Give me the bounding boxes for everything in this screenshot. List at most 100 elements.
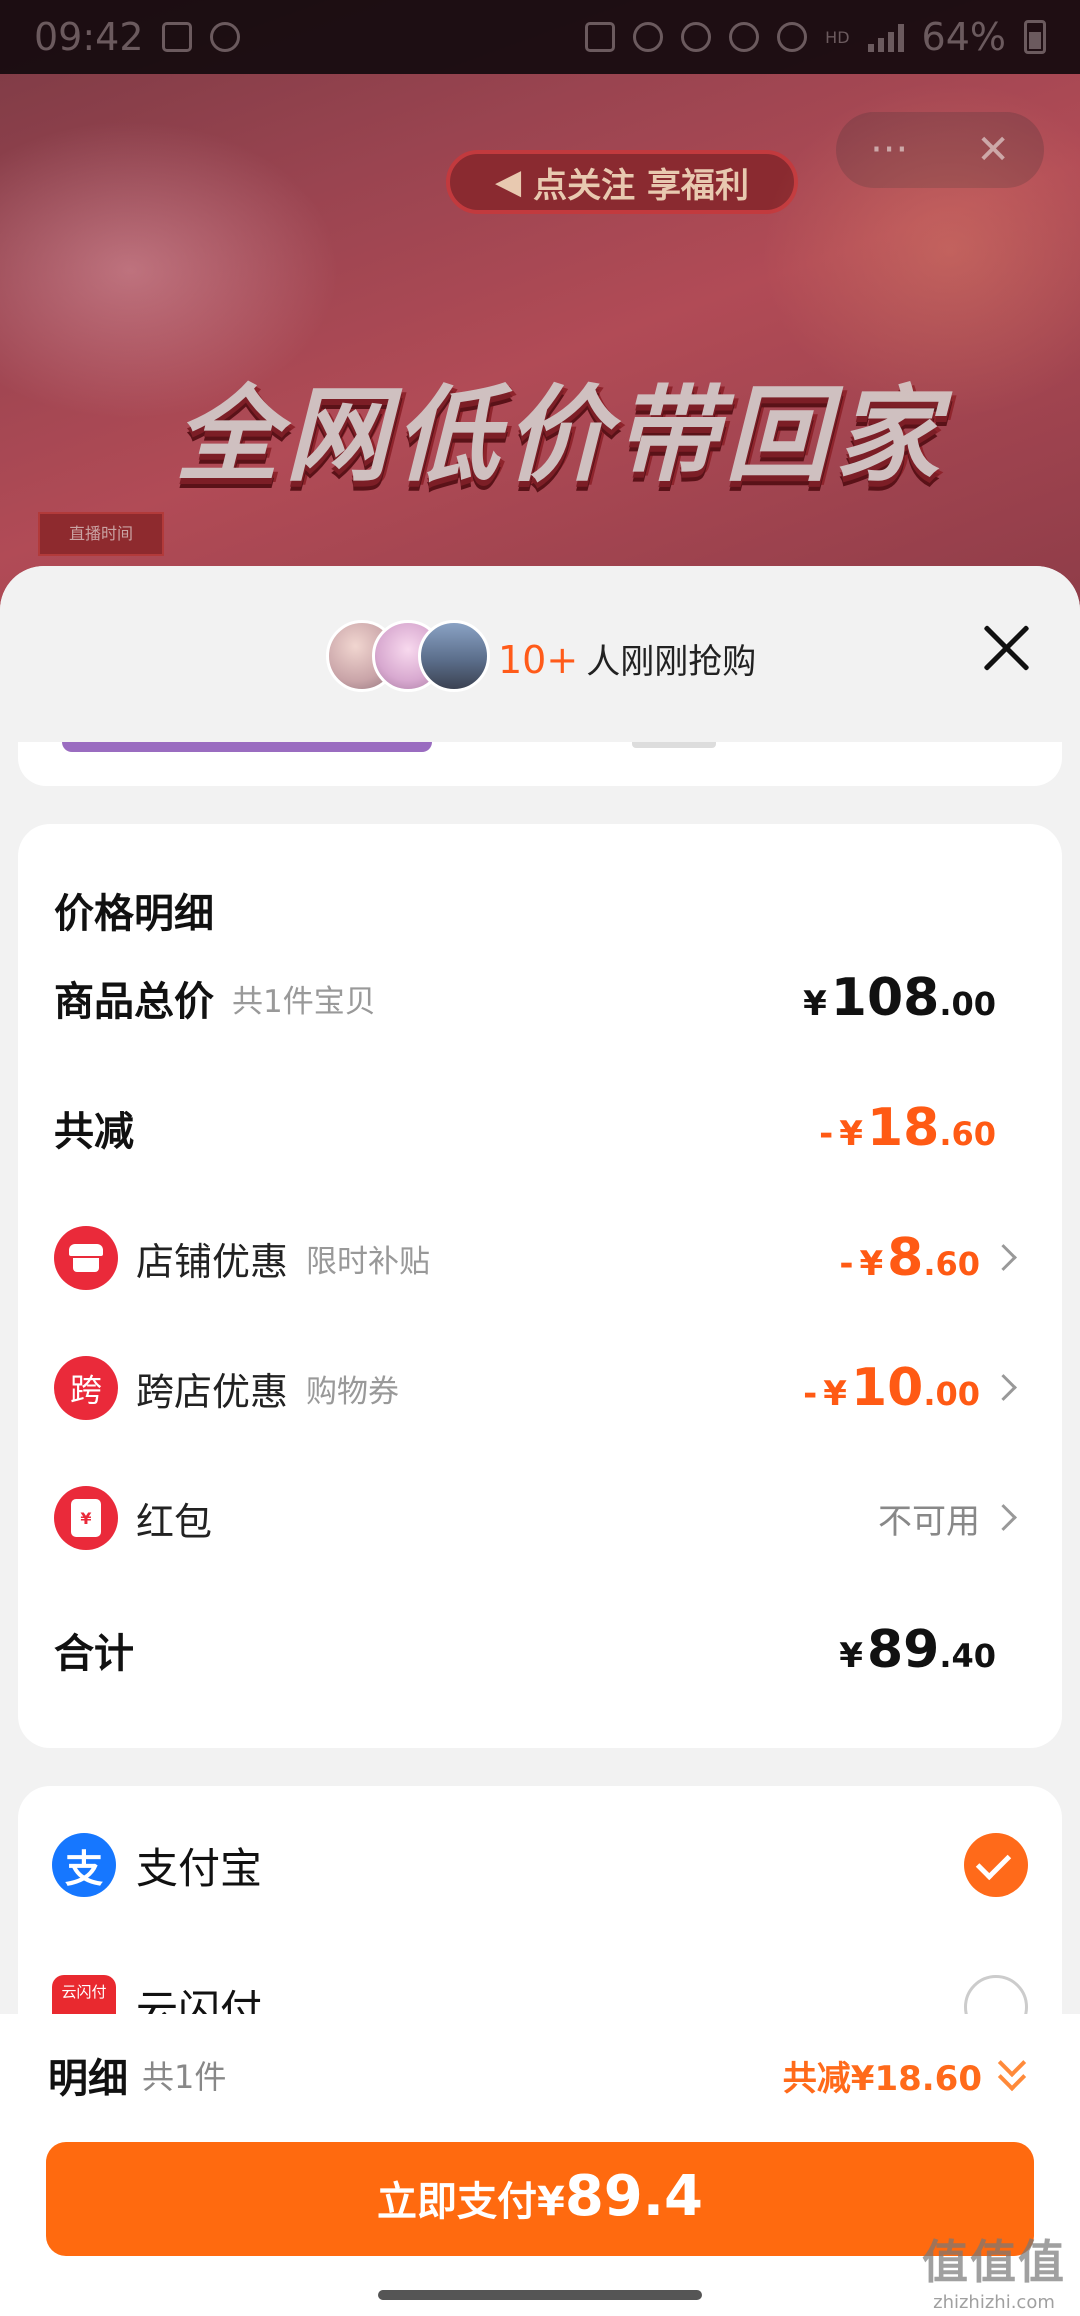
- price-integer: 108: [830, 968, 940, 1028]
- currency-symbol: ¥: [823, 1374, 847, 1414]
- close-live-icon[interactable]: ✕: [976, 127, 1010, 173]
- store-discount-price: - ¥ 8 .60: [839, 1228, 980, 1288]
- sheet-header: 10+ 人刚刚抢购: [0, 566, 1080, 742]
- sum-label: 合计: [54, 1631, 134, 1677]
- alarm-icon: [209, 22, 240, 52]
- double-chevron-down-icon: [992, 2048, 1032, 2097]
- currency-symbol: ¥: [839, 1636, 863, 1676]
- total-discount-label: 共减: [54, 1109, 134, 1155]
- price-decimal: .00: [923, 1375, 980, 1413]
- cross-store-discount-label: 跨店优惠: [136, 1369, 289, 1414]
- price-detail-card: 价格明细 商品总价 共1件宝贝 ¥ 108 .00 共减 - ¥ 18 .60 …: [18, 824, 1062, 1748]
- section-title: 价格明细: [54, 891, 214, 937]
- price-integer: 10: [850, 1358, 924, 1418]
- price-integer: 8: [887, 1228, 924, 1288]
- cross-store-discount-row[interactable]: 跨 跨店优惠 购物券 - ¥ 10 .00: [54, 1348, 1026, 1428]
- chevron-right-icon: [986, 1238, 1026, 1278]
- currency-symbol: ¥: [859, 1244, 884, 1284]
- currency-symbol: ¥: [839, 1114, 863, 1154]
- price-decimal: .40: [939, 1637, 996, 1675]
- pay-now-button[interactable]: 立即支付¥ 89.4: [46, 2142, 1034, 2256]
- footer-discount-text: 共减¥18.60: [782, 2058, 982, 2099]
- alipay-icon: 支: [52, 1833, 116, 1897]
- signal-icon: [867, 22, 904, 52]
- footer-summary[interactable]: 明细 共1件 共减¥18.60: [48, 2042, 1032, 2108]
- chevron-right-icon: [986, 1368, 1026, 1408]
- product-option-pill: [62, 742, 432, 752]
- alarm-clock-icon: [633, 22, 664, 52]
- red-packet-icon: ¥: [54, 1486, 118, 1550]
- home-indicator[interactable]: [378, 2290, 702, 2300]
- price-decimal: .00: [939, 985, 996, 1023]
- red-packet-label: 红包: [136, 1499, 213, 1544]
- watermark-logo: 值值值: [922, 2235, 1066, 2289]
- close-icon[interactable]: [980, 622, 1032, 674]
- live-stream-background: ··· ✕ ◀ 点关注 享福利 全网低价带回家 直播时间: [0, 0, 1080, 620]
- hd-label: HD: [825, 27, 850, 47]
- goods-count: 共1件宝贝: [232, 983, 376, 1020]
- footer-title: 明细: [48, 2056, 128, 2102]
- pay-button-label: 立即支付¥: [376, 2179, 565, 2225]
- price-decimal: .60: [939, 1115, 996, 1153]
- product-option-pill: [632, 742, 716, 748]
- status-bar: 09:42 HD 64%: [0, 0, 1080, 74]
- sum-row: 合计 ¥ 89 .40: [54, 1610, 1026, 1690]
- watermark-url: zhizhizhi.com: [933, 2292, 1055, 2313]
- wifi-icon: [777, 22, 808, 52]
- minus-sign: -: [819, 1114, 834, 1154]
- live-headline: 全网低价带回家: [174, 374, 945, 496]
- red-packet-status: 不可用: [878, 1501, 980, 1542]
- cross-store-icon: 跨: [54, 1356, 118, 1420]
- store-discount-label: 店铺优惠: [136, 1239, 289, 1284]
- payment-option-alipay[interactable]: 支 支付宝: [52, 1820, 1028, 1910]
- pay-button-amount: 89.4: [564, 2164, 703, 2229]
- watermark: 值值值 zhizhizhi.com: [922, 2226, 1066, 2313]
- store-discount-row[interactable]: 店铺优惠 限时补贴 - ¥ 8 .60: [54, 1218, 1026, 1298]
- mute-icon: [729, 22, 760, 52]
- red-packet-row[interactable]: ¥ 红包 不可用: [54, 1478, 1026, 1558]
- battery-icon: [1024, 20, 1046, 54]
- status-time: 09:42: [34, 15, 144, 59]
- goods-total-label: 商品总价: [54, 979, 214, 1025]
- selected-check-icon[interactable]: [964, 1833, 1028, 1897]
- price-integer: 18: [866, 1098, 940, 1158]
- footer-item-count: 共1件: [142, 2058, 227, 2096]
- minus-sign: -: [839, 1244, 854, 1284]
- avatar: [418, 620, 490, 692]
- follow-banner[interactable]: ◀ 点关注 享福利: [446, 150, 798, 214]
- live-controls: ··· ✕: [836, 112, 1044, 188]
- envelope-icon: ¥: [71, 1499, 101, 1537]
- goods-total-price: ¥ 108 .00: [803, 968, 996, 1028]
- checkout-footer: 明细 共1件 共减¥18.60 立即支付¥ 89.4: [0, 2014, 1080, 2316]
- checkout-sheet: 10+ 人刚刚抢购 价格明细 商品总价 共1件宝贝 ¥ 108 .00 共减 -…: [0, 566, 1080, 2316]
- total-discount-row: 共减 - ¥ 18 .60: [54, 1088, 1026, 1168]
- left-arrow-icon: ◀: [495, 162, 522, 202]
- gallery-icon: [161, 22, 192, 52]
- battery-percent: 64%: [921, 15, 1006, 59]
- recent-buyers: 10+ 人刚刚抢购: [498, 634, 756, 683]
- follow-banner-text: 点关注 享福利: [533, 165, 749, 206]
- store-icon: [54, 1226, 118, 1290]
- alipay-label: 支付宝: [136, 1843, 263, 1893]
- cross-store-discount-price: - ¥ 10 .00: [803, 1358, 980, 1418]
- currency-symbol: ¥: [803, 984, 827, 1024]
- buyer-avatars: [326, 620, 490, 692]
- product-card-bottom: [18, 742, 1062, 786]
- minus-sign: -: [803, 1374, 818, 1414]
- footer-discount[interactable]: 共减¥18.60: [782, 2048, 1032, 2100]
- buyers-count: 10+: [498, 638, 579, 682]
- goods-total-row: 商品总价 共1件宝贝 ¥ 108 .00: [54, 958, 1026, 1038]
- sum-price: ¥ 89 .40: [839, 1620, 996, 1680]
- more-icon[interactable]: ···: [870, 127, 908, 173]
- cross-store-discount-sub: 购物券: [306, 1373, 400, 1410]
- nfc-icon: [585, 22, 616, 52]
- bluetooth-icon: [681, 22, 712, 52]
- buyers-text: 人刚刚抢购: [586, 642, 757, 682]
- price-decimal: .60: [923, 1245, 980, 1283]
- chevron-right-icon: [986, 1498, 1026, 1538]
- total-discount-price: - ¥ 18 .60: [819, 1098, 996, 1158]
- store-discount-sub: 限时补贴: [306, 1243, 431, 1280]
- price-detail-header: 价格明细: [54, 870, 1026, 950]
- price-integer: 89: [866, 1620, 940, 1680]
- live-time-tag: 直播时间: [38, 512, 164, 556]
